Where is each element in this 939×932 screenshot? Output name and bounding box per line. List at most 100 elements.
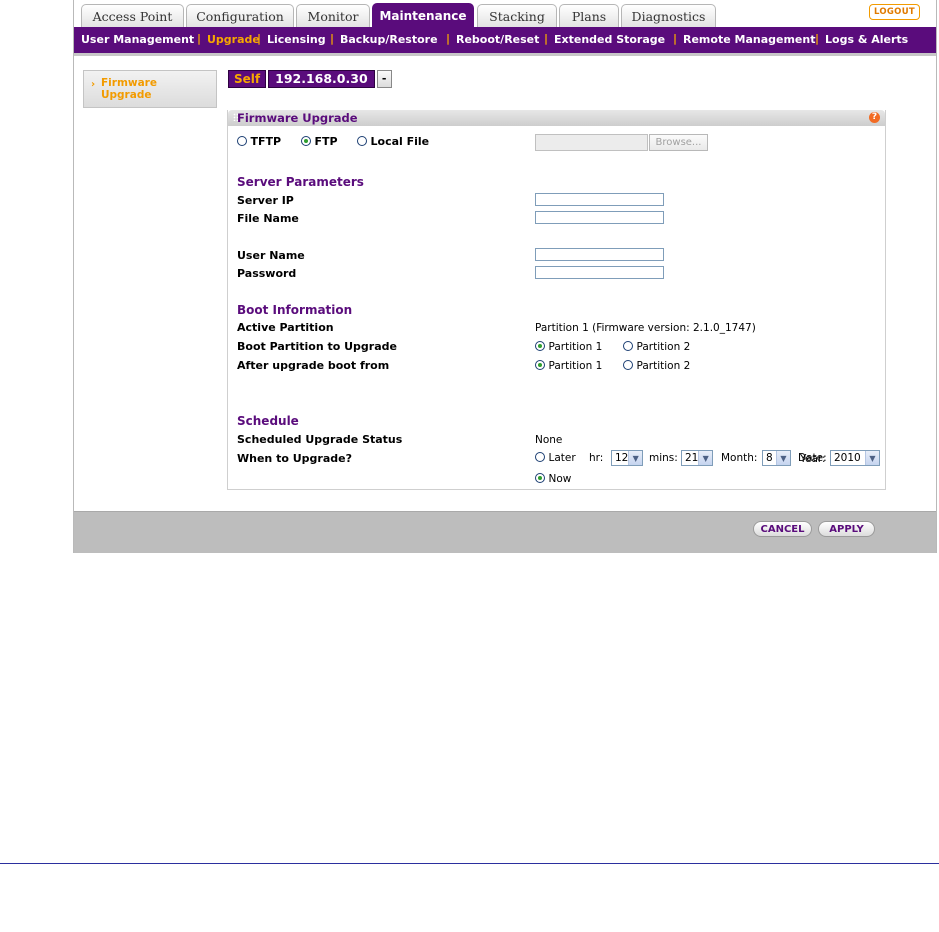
schedule-now-radio-indicator[interactable] — [535, 473, 545, 483]
subnav-separator: | — [257, 32, 262, 45]
after-upgrade-radio-2-label: Partition 2 — [636, 360, 691, 372]
tab-maintenance[interactable]: Maintenance — [372, 3, 474, 27]
schedule-later-radio[interactable]: Later — [535, 451, 576, 464]
subnav-remote-management[interactable]: Remote Management — [683, 33, 815, 46]
subnav-logs-alerts[interactable]: Logs & Alerts — [825, 33, 908, 46]
password-input[interactable] — [535, 266, 664, 279]
local-file-path-input[interactable] — [535, 134, 648, 151]
boot-information-heading: Boot Information — [237, 303, 353, 317]
sub-navigation: User Management | Upgrade | Licensing | … — [74, 27, 936, 56]
app-frame: Access Point Configuration Monitor Maint… — [73, 0, 937, 553]
boot-partition-label: Boot Partition to Upgrade — [237, 340, 397, 353]
device-ip[interactable]: 192.168.0.30 — [268, 70, 375, 88]
radio-tftp-indicator[interactable] — [237, 136, 247, 146]
file-name-label: File Name — [237, 212, 299, 225]
year-value: 2010 — [834, 452, 861, 464]
tab-monitor[interactable]: Monitor — [296, 4, 370, 27]
logout-button[interactable]: LOGOUT — [869, 4, 920, 20]
month-value: 8 — [766, 452, 773, 464]
tab-stacking[interactable]: Stacking — [477, 4, 557, 27]
subnav-reboot-reset[interactable]: Reboot/Reset — [456, 33, 539, 46]
schedule-later-label: Later — [548, 452, 576, 464]
schedule-now-radio[interactable]: Now — [535, 472, 571, 485]
password-label: Password — [237, 267, 297, 280]
chevron-down-icon: ▼ — [865, 451, 879, 465]
file-name-input[interactable] — [535, 211, 664, 224]
subnav-user-management[interactable]: User Management — [81, 33, 194, 46]
tab-configuration[interactable]: Configuration — [186, 4, 294, 27]
subnav-licensing[interactable]: Licensing — [267, 33, 326, 46]
mins-label: mins: — [649, 452, 678, 464]
active-partition-value: Partition 1 (Firmware version: 2.1.0_174… — [535, 322, 756, 334]
server-parameters-heading: Server Parameters — [237, 175, 364, 189]
boot-partition-radio-1[interactable]: Partition 1 — [535, 340, 602, 353]
month-label: Month: — [721, 452, 758, 464]
radio-ftp[interactable]: FTP — [301, 135, 338, 148]
boot-partition-radio-2-indicator[interactable] — [623, 341, 633, 351]
after-upgrade-radio-2-indicator[interactable] — [623, 360, 633, 370]
after-upgrade-radio-1-indicator[interactable] — [535, 360, 545, 370]
hr-select[interactable]: 12 ▼ — [611, 450, 643, 466]
boot-partition-radio-2-label: Partition 2 — [636, 341, 691, 353]
chevron-down-icon: ▼ — [776, 451, 790, 465]
user-name-input[interactable] — [535, 248, 664, 261]
boot-partition-radio-2[interactable]: Partition 2 — [623, 340, 690, 353]
server-ip-input[interactable] — [535, 193, 664, 206]
subnav-separator: | — [330, 32, 335, 45]
radio-tftp-label: TFTP — [250, 135, 282, 148]
radio-ftp-indicator[interactable] — [301, 136, 311, 146]
year-select[interactable]: 2010 ▼ — [830, 450, 880, 466]
schedule-heading: Schedule — [237, 414, 299, 428]
help-icon[interactable]: ? — [869, 112, 880, 123]
chevron-down-icon: ▼ — [698, 451, 712, 465]
radio-tftp[interactable]: TFTP — [237, 135, 281, 148]
radio-local-file[interactable]: Local File — [357, 135, 429, 148]
subnav-backup-restore[interactable]: Backup/Restore — [340, 33, 438, 46]
schedule-later-radio-indicator[interactable] — [535, 452, 545, 462]
month-select[interactable]: 8 ▼ — [762, 450, 791, 466]
radio-local-file-label: Local File — [370, 135, 430, 148]
radio-local-file-indicator[interactable] — [357, 136, 367, 146]
chevron-down-icon: ▼ — [628, 451, 642, 465]
after-upgrade-radio-1[interactable]: Partition 1 — [535, 359, 602, 372]
device-selector: Self 192.168.0.30 - — [228, 70, 392, 88]
subnav-separator: | — [673, 32, 678, 45]
browse-button[interactable]: Browse... — [649, 134, 708, 151]
top-tab-bar: Access Point Configuration Monitor Maint… — [74, 0, 936, 27]
subnav-separator: | — [544, 32, 549, 45]
sidebar-item-firmware-upgrade[interactable]: › Firmware Upgrade — [83, 70, 217, 108]
hr-label: hr: — [589, 452, 604, 464]
subnav-separator: | — [197, 32, 202, 45]
subnav-extended-storage[interactable]: Extended Storage — [554, 33, 665, 46]
tab-access-point[interactable]: Access Point — [81, 4, 184, 27]
page-divider — [0, 863, 939, 864]
after-upgrade-label: After upgrade boot from — [237, 359, 390, 372]
user-name-label: User Name — [237, 249, 305, 262]
firmware-upgrade-panel: Firmware Upgrade ? TFTP FTP Local File B… — [227, 110, 886, 490]
year-label: Year: — [800, 453, 826, 465]
subnav-upgrade[interactable]: Upgrade — [207, 33, 260, 46]
boot-partition-radio-1-indicator[interactable] — [535, 341, 545, 351]
apply-button[interactable]: APPLY — [818, 521, 875, 537]
subnav-separator: | — [815, 32, 820, 45]
mins-value: 21 — [685, 452, 699, 464]
panel-header: Firmware Upgrade ? — [228, 110, 885, 126]
tab-diagnostics[interactable]: Diagnostics — [621, 4, 716, 27]
schedule-now-label: Now — [548, 473, 572, 485]
chevron-right-icon: › — [91, 79, 96, 90]
scheduled-status-label: Scheduled Upgrade Status — [237, 433, 403, 446]
panel-title: Firmware Upgrade — [237, 111, 358, 125]
boot-partition-radio-1-label: Partition 1 — [548, 341, 603, 353]
tab-plans[interactable]: Plans — [559, 4, 619, 27]
active-partition-label: Active Partition — [237, 321, 334, 334]
footer-bar: CANCEL APPLY — [74, 511, 936, 553]
hr-value: 12 — [615, 452, 629, 464]
cancel-button[interactable]: CANCEL — [753, 521, 812, 537]
mins-select[interactable]: 21 ▼ — [681, 450, 713, 466]
server-ip-label: Server IP — [237, 194, 294, 207]
self-badge[interactable]: Self — [228, 70, 267, 88]
after-upgrade-radio-2[interactable]: Partition 2 — [623, 359, 690, 372]
device-dropdown-button[interactable]: - — [376, 70, 392, 88]
after-upgrade-radio-1-label: Partition 1 — [548, 360, 603, 372]
scheduled-status-value: None — [535, 434, 563, 446]
